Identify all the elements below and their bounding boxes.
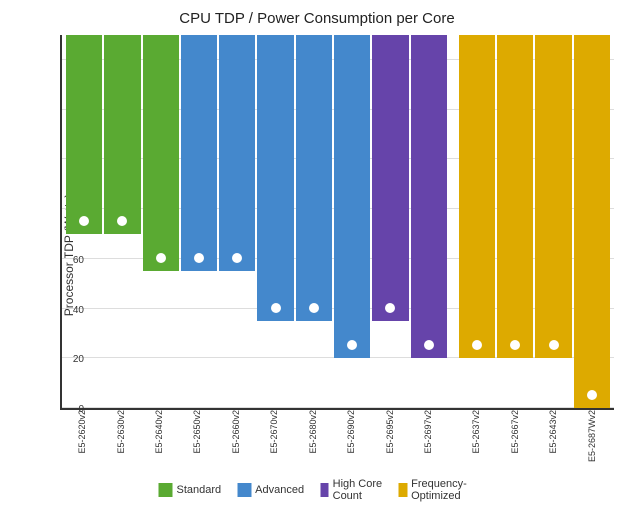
x-label-text: E5-2690v2 xyxy=(346,410,356,454)
bar xyxy=(334,35,370,358)
legend-color-box xyxy=(320,483,329,497)
bar xyxy=(459,35,495,358)
bar-dot xyxy=(194,253,204,263)
x-label-item: E5-2660v2 xyxy=(218,410,254,455)
bar xyxy=(535,35,571,358)
bar xyxy=(497,35,533,358)
bar-group xyxy=(459,35,495,408)
x-label-item: E5-2637v2 xyxy=(458,410,494,455)
legend-color-box xyxy=(399,483,408,497)
x-label-text: E5-2637v2 xyxy=(471,410,481,454)
chart-title: CPU TDP / Power Consumption per Core xyxy=(0,0,634,27)
legend-label: Frequency-Optimized xyxy=(411,478,475,502)
chart-area: 020406080100120140 xyxy=(60,35,614,410)
x-label-text: E5-2695v2 xyxy=(385,410,395,454)
x-label-item: E5-2650v2 xyxy=(179,410,215,455)
x-label-text: E5-2660v2 xyxy=(231,410,241,454)
x-label-gap xyxy=(448,410,456,455)
bar-group xyxy=(181,35,217,408)
x-label-item: E5-2690v2 xyxy=(333,410,369,455)
x-label-item: E5-2687Wv2 xyxy=(573,410,609,455)
bar-group xyxy=(497,35,533,408)
x-label-text: E5-2680v2 xyxy=(308,410,318,454)
bar-dot xyxy=(587,390,597,400)
bar-group xyxy=(535,35,571,408)
legend-color-box xyxy=(237,483,251,497)
bar-dot xyxy=(271,303,281,313)
x-label-text: E5-2643v2 xyxy=(548,410,558,454)
bar xyxy=(219,35,255,271)
bar xyxy=(66,35,102,234)
bar-dot xyxy=(549,340,559,350)
bar-group xyxy=(334,35,370,408)
bar xyxy=(372,35,408,321)
legend: Standard Advanced High Core Count Frequency… xyxy=(159,478,476,502)
bar-group xyxy=(411,35,447,408)
bar xyxy=(257,35,293,321)
legend-label: Standard xyxy=(177,484,222,496)
bar-dot xyxy=(510,340,520,350)
bar-dot xyxy=(472,340,482,350)
bar-group xyxy=(574,35,610,408)
bar-dot xyxy=(156,253,166,263)
bar-group xyxy=(296,35,332,408)
x-label-text: E5-2640v2 xyxy=(154,410,164,454)
x-label-text: E5-2667v2 xyxy=(510,410,520,454)
bar xyxy=(574,35,610,408)
bar-dot xyxy=(117,216,127,226)
bar-dot xyxy=(79,216,89,226)
bar xyxy=(143,35,179,271)
x-label-text: E5-2650v2 xyxy=(192,410,202,454)
bar-dot xyxy=(385,303,395,313)
x-label-item: E5-2630v2 xyxy=(102,410,138,455)
bar xyxy=(181,35,217,271)
bar xyxy=(296,35,332,321)
bar-group xyxy=(257,35,293,408)
x-label-item: E5-2643v2 xyxy=(535,410,571,455)
bar-group xyxy=(372,35,408,408)
x-label-text: E5-2670v2 xyxy=(269,410,279,454)
x-label-text: E5-2630v2 xyxy=(116,410,126,454)
legend-item: Advanced xyxy=(237,483,304,497)
x-labels: E5-2620v2 E5-2630v2 E5-2640v2 E5-2650v2 E5-2… xyxy=(60,410,614,455)
x-label-text: E5-2620v2 xyxy=(77,410,87,454)
x-label-item: E5-2667v2 xyxy=(497,410,533,455)
bar-dot xyxy=(309,303,319,313)
bars-wrapper xyxy=(62,35,614,408)
bar-dot xyxy=(347,340,357,350)
bar-group xyxy=(143,35,179,408)
x-label-item: E5-2680v2 xyxy=(295,410,331,455)
x-label-item: E5-2695v2 xyxy=(371,410,407,455)
x-label-item: E5-2697v2 xyxy=(410,410,446,455)
legend-label: High Core Count xyxy=(333,478,383,502)
legend-item: Frequency-Optimized xyxy=(399,478,476,502)
bar xyxy=(104,35,140,234)
x-label-text: E5-2687Wv2 xyxy=(587,410,597,462)
bar-group xyxy=(219,35,255,408)
x-label-item: E5-2620v2 xyxy=(64,410,100,455)
x-label-text: E5-2697v2 xyxy=(423,410,433,454)
bar-dot xyxy=(232,253,242,263)
x-label-item: E5-2640v2 xyxy=(141,410,177,455)
legend-item: Standard xyxy=(159,483,222,497)
legend-item: High Core Count xyxy=(320,478,382,502)
bar-group xyxy=(104,35,140,408)
bar xyxy=(411,35,447,358)
legend-label: Advanced xyxy=(255,484,304,496)
bar-dot xyxy=(424,340,434,350)
bar-group xyxy=(66,35,102,408)
legend-color-box xyxy=(159,483,173,497)
x-label-item: E5-2670v2 xyxy=(256,410,292,455)
chart-container: CPU TDP / Power Consumption per Core Pro… xyxy=(0,0,634,510)
